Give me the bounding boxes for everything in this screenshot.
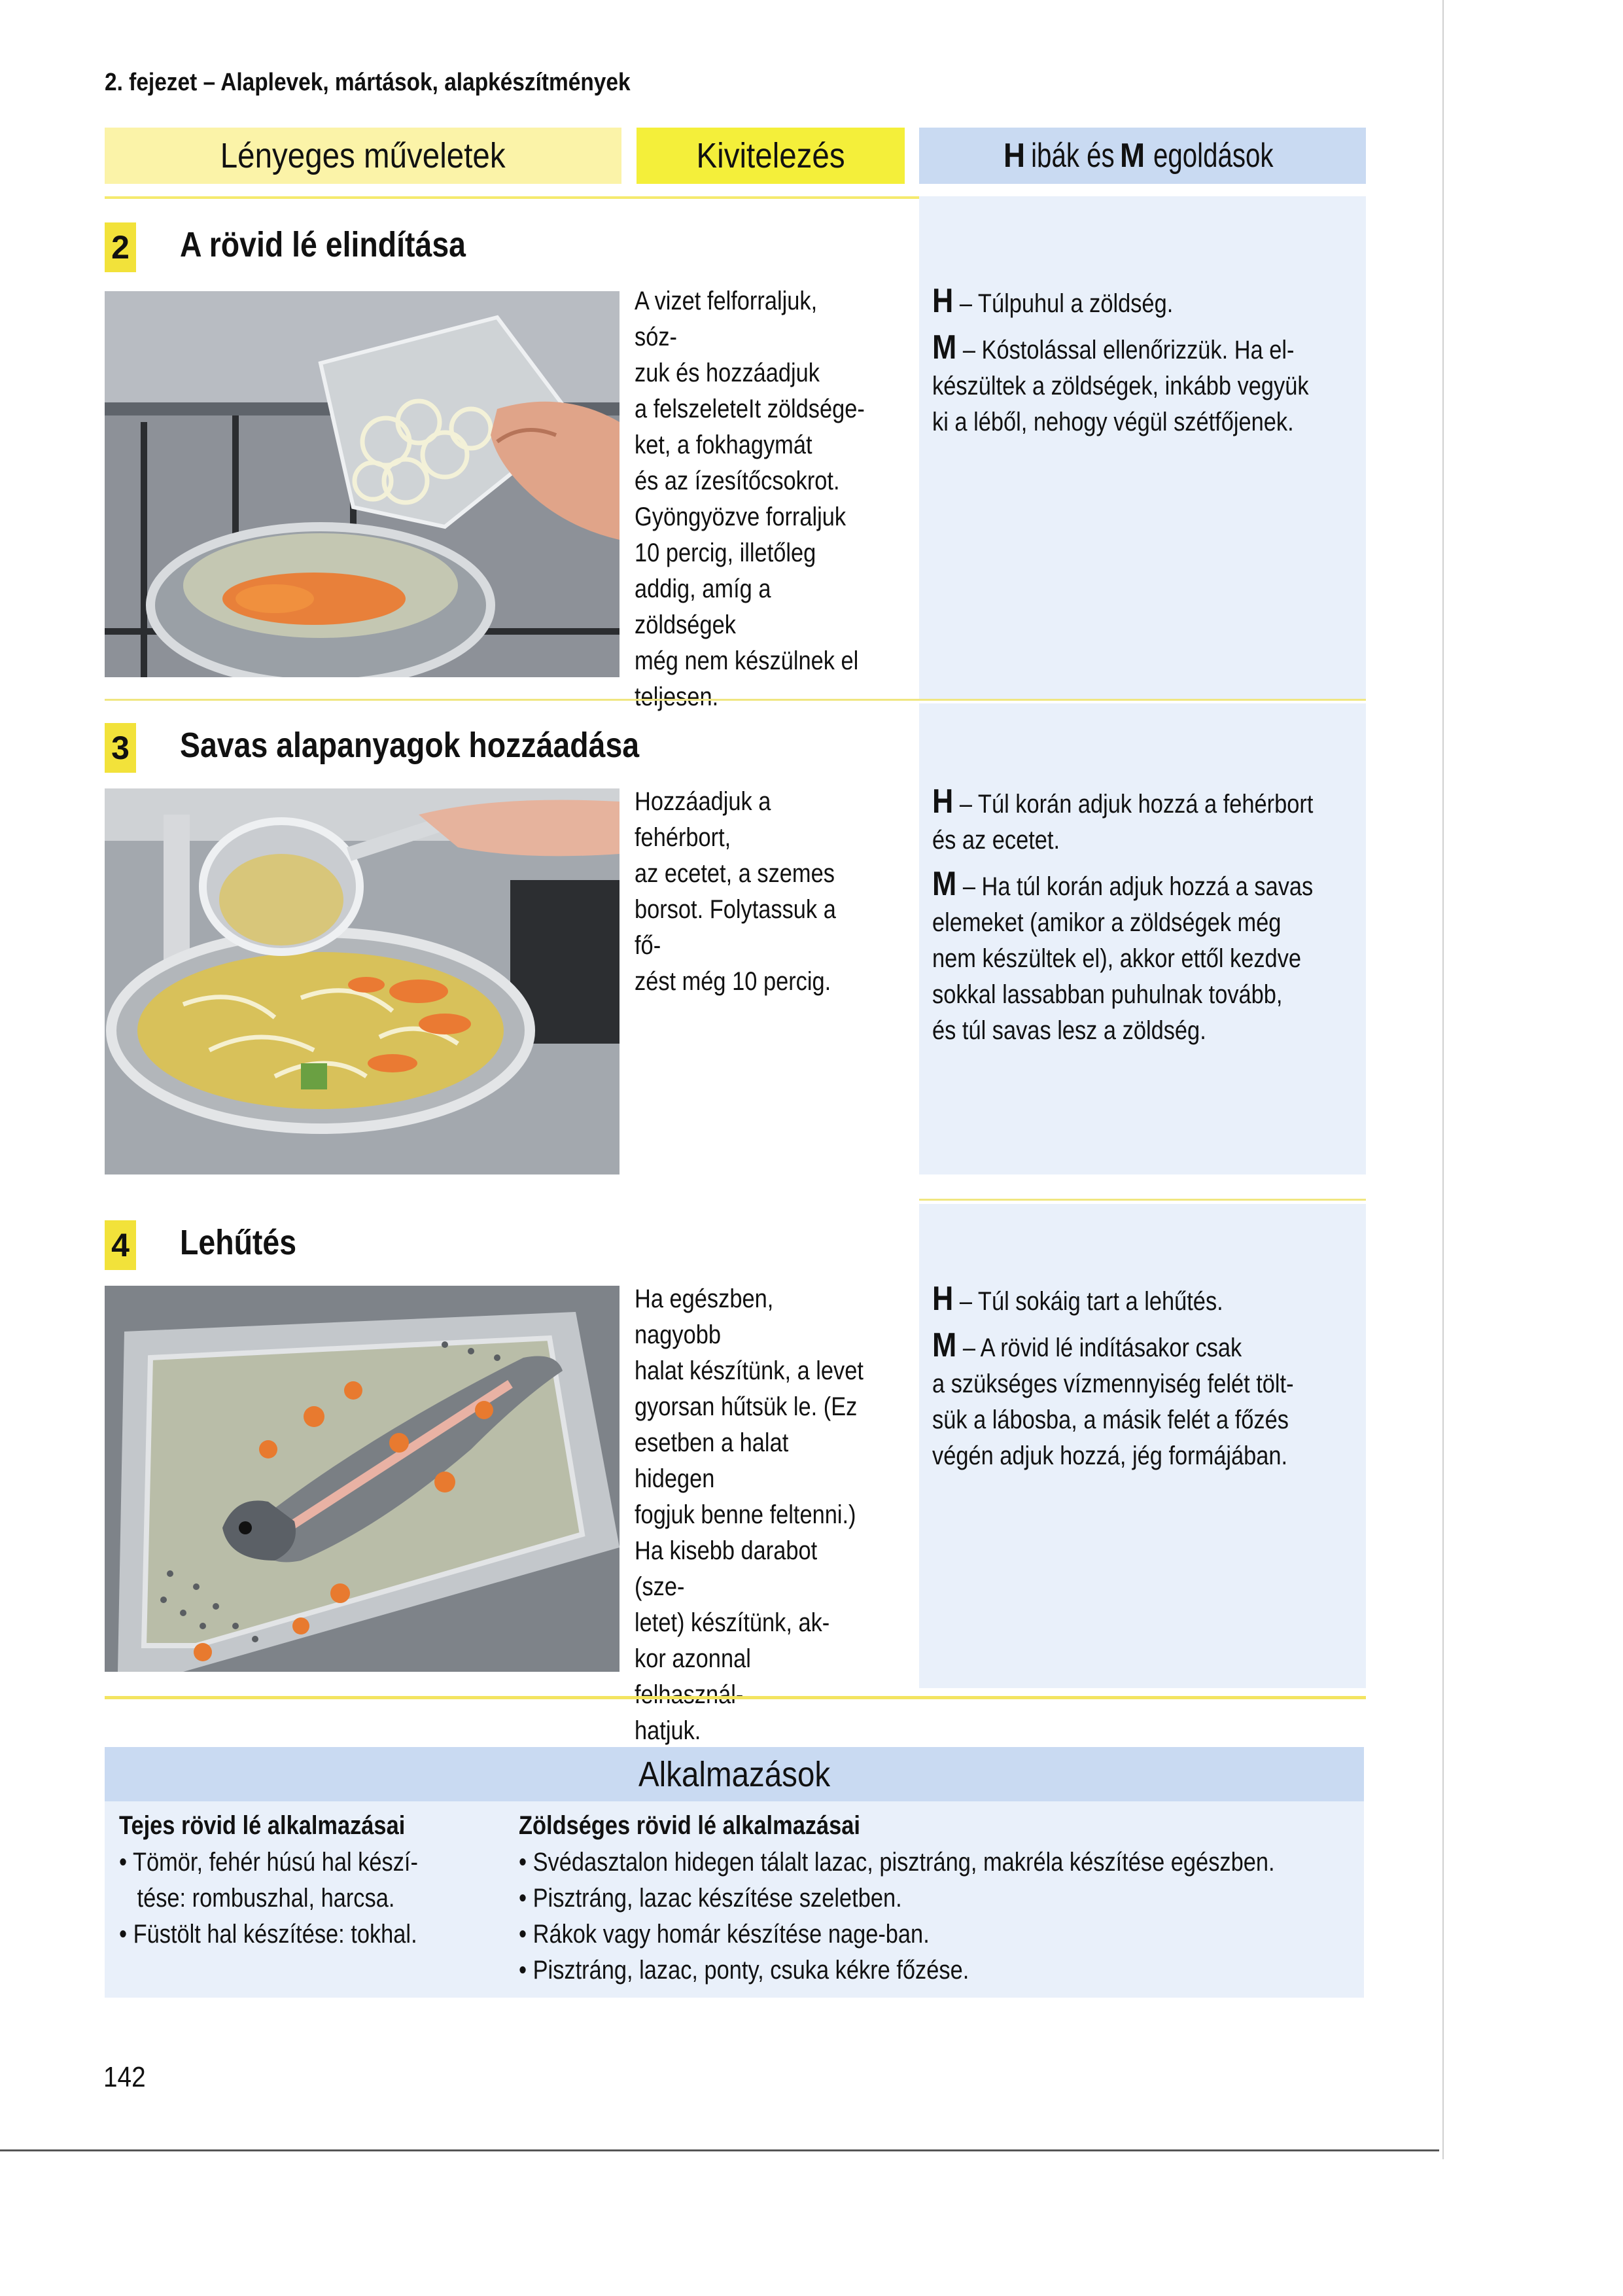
section-2-title: A rövid lé elindítása bbox=[180, 225, 466, 264]
section-3-title: Savas alapanyagok hozzáadása bbox=[180, 726, 640, 765]
problem-text: H – Túlpuhul a zöldség. bbox=[932, 282, 1174, 320]
solution-text: M – Kóstolással ellenőrizzük. Ha el-kész… bbox=[932, 328, 1309, 437]
section-3-description: Hozzáadjuk a fehérbort, az ecetet, a sze… bbox=[635, 784, 865, 1000]
applications-title: Alkalmazások bbox=[638, 1754, 831, 1794]
section-3-errors: H – Túl korán adjuk hozzá a fehérbort és … bbox=[932, 784, 1351, 1057]
page-number: 142 bbox=[103, 2061, 146, 2093]
description-line: Gyöngyözve forraljuk bbox=[635, 503, 846, 531]
description-line: borsot. Folytassuk a fő- bbox=[635, 895, 836, 960]
section-2-photo bbox=[105, 291, 620, 677]
section-divider bbox=[919, 1199, 1366, 1201]
column-header-errors-label: Hibák és Megoldások bbox=[1003, 137, 1274, 175]
description-line: hatjuk. bbox=[635, 1716, 701, 1745]
description-line: és az ízesítőcsokrot. bbox=[635, 467, 840, 495]
description-line: halat készítünk, a levet bbox=[635, 1356, 864, 1385]
description-line: az ecetet, a szemes bbox=[635, 859, 835, 888]
chapter-title: 2. fejezet – Alaplevek, mártások, alapké… bbox=[105, 69, 631, 96]
description-line: még nem készülnek el bbox=[635, 646, 859, 675]
section-4-description: Ha egészben, nagyobb halat készítünk, a … bbox=[635, 1281, 865, 1749]
applications-title-bar: Alkalmazások bbox=[105, 1747, 1364, 1801]
section-divider bbox=[105, 1696, 1366, 1699]
description-line: Hozzáadjuk a fehérbort, bbox=[635, 787, 771, 852]
problem-text: H – Túl sokáig tart a lehűtés. bbox=[932, 1280, 1223, 1318]
column-header-execution-label: Kivitelezés bbox=[696, 136, 845, 175]
list-item: • Svédasztalon hidegen tálalt lazac, pis… bbox=[519, 1848, 1275, 1877]
description-line: 10 percig, illetőleg bbox=[635, 539, 816, 567]
description-line: teljesen. bbox=[635, 682, 719, 711]
description-line: a felszeleteIt zöldsége- bbox=[635, 395, 865, 423]
description-line: esetben a halat hidegen bbox=[635, 1428, 789, 1493]
section-3-photo bbox=[105, 788, 620, 1174]
section-4-errors: H – Túl sokáig tart a lehűtés. M – A röv… bbox=[932, 1281, 1351, 1482]
description-line: zuk és hozzáadjuk bbox=[635, 359, 820, 387]
column-header-execution: Kivitelezés bbox=[637, 128, 905, 184]
description-line: Ha egészben, nagyobb bbox=[635, 1284, 774, 1349]
list-item: • Tömör, fehér húsú hal készí- bbox=[119, 1848, 418, 1877]
description-line: A vizet felforraljuk, sóz- bbox=[635, 287, 818, 351]
description-line: gyorsan hűtsük le. (Ez bbox=[635, 1392, 858, 1421]
description-line: ket, a fokhagymát bbox=[635, 431, 812, 459]
milk-applications-heading: Tejes rövid lé alkalmazásai bbox=[119, 1811, 406, 1840]
description-line: zést még 10 percig. bbox=[635, 967, 831, 996]
list-item: • Füstölt hal készítése: tokhal. bbox=[119, 1920, 417, 1949]
column-header-operations-label: Lényeges műveletek bbox=[220, 136, 506, 175]
section-4-title: Lehűtés bbox=[180, 1223, 297, 1262]
list-item: • Pisztráng, lazac, ponty, csuka kékre f… bbox=[519, 1956, 969, 1985]
solution-text: M – A rövid lé indításakor csak a szükség… bbox=[932, 1326, 1294, 1471]
section-2-errors: H – Túlpuhul a zöldség. M – Kóstolással … bbox=[932, 283, 1351, 448]
description-line: Ha kisebb darabot (sze- bbox=[635, 1536, 818, 1601]
section-divider bbox=[105, 699, 1366, 701]
milk-applications: Tejes rövid lé alkalmazásai • Tömör, feh… bbox=[119, 1811, 466, 1952]
list-item: • Pisztráng, lazac készítése szeletben. bbox=[519, 1884, 902, 1913]
section-4-photo bbox=[105, 1286, 620, 1672]
veg-applications: Zöldséges rövid lé alkalmazásai • Svédas… bbox=[519, 1811, 1398, 1988]
list-item: tése: rombuszhal, harcsa. bbox=[137, 1884, 395, 1913]
description-line: fogjuk benne feltenni.) bbox=[635, 1500, 856, 1529]
veg-applications-heading: Zöldséges rövid lé alkalmazásai bbox=[519, 1811, 860, 1840]
section-2-number: 2 bbox=[105, 222, 136, 272]
description-line: letet) készítünk, ak- bbox=[635, 1608, 830, 1637]
page-edge-line bbox=[1442, 0, 1444, 2159]
section-2-description: A vizet felforraljuk, sóz- zuk és hozzáa… bbox=[635, 283, 865, 715]
description-line: addig, amíg a zöldségek bbox=[635, 574, 771, 639]
list-item: • Rákok vagy homár készítése nage-ban. bbox=[519, 1920, 930, 1949]
solution-text: M – Ha túl korán adjuk hozzá a savas elem… bbox=[932, 865, 1314, 1046]
column-header-operations: Lényeges műveletek bbox=[105, 128, 621, 184]
section-2-errors-panel bbox=[919, 196, 1366, 700]
description-line: kor azonnal felhasznál- bbox=[635, 1644, 751, 1709]
column-header-errors: Hibák és Megoldások bbox=[919, 128, 1366, 184]
section-4-number: 4 bbox=[105, 1220, 136, 1270]
page-bottom-rule bbox=[0, 2149, 1439, 2151]
problem-text: H – Túl korán adjuk hozzá a fehérbort és … bbox=[932, 783, 1314, 855]
section-3-number: 3 bbox=[105, 723, 136, 773]
